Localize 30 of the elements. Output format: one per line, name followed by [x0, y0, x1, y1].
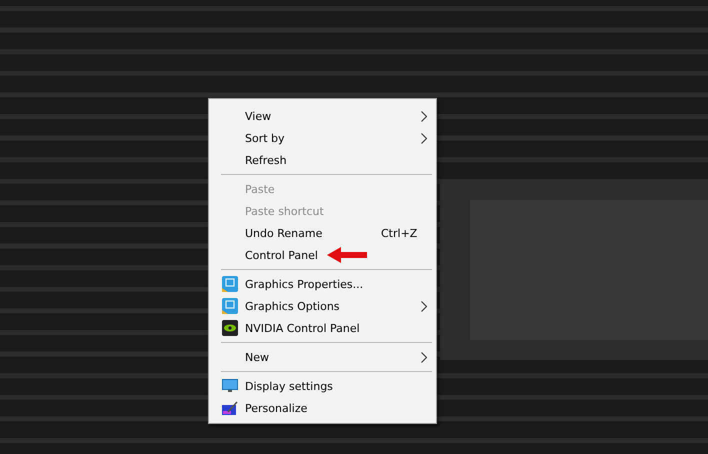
menu-item[interactable]: Display settings: [211, 375, 434, 397]
menu-item-label: Undo Rename: [245, 226, 322, 240]
menu-item[interactable]: Graphics Properties...: [211, 273, 434, 295]
menu-item-label: Display settings: [245, 380, 333, 392]
graphics-icon: [222, 276, 238, 292]
menu-item-label: Refresh: [245, 154, 287, 166]
menu-item-label: Control Panel: [245, 248, 318, 262]
menu-item[interactable]: Sort by: [211, 127, 434, 149]
menu-item[interactable]: Graphics Options: [211, 295, 434, 317]
menu-item-label: View: [245, 110, 272, 122]
menu-item-label: Paste shortcut: [245, 204, 324, 218]
menu-item[interactable]: Control Panel: [211, 244, 434, 266]
menu-item-label: Paste: [245, 182, 275, 196]
graphics-icon: [222, 298, 238, 314]
menu-item[interactable]: Personalize: [211, 397, 434, 419]
menu-item-label: Graphics Options: [245, 300, 340, 312]
monitor-icon: [222, 379, 238, 393]
menu-item-label: NVIDIA Control Panel: [245, 322, 360, 334]
menu-item[interactable]: New: [211, 346, 434, 368]
menu-item[interactable]: View: [211, 105, 434, 127]
menu-item[interactable]: Refresh: [211, 149, 434, 171]
menu-item[interactable]: NVIDIA Control Panel: [211, 317, 434, 339]
menu-item-label: New: [245, 350, 269, 364]
menu-item-label: Graphics Properties...: [245, 278, 364, 290]
menu-item[interactable]: Undo Rename Ctrl+Z: [211, 222, 434, 244]
menu-item-label: Personalize: [245, 402, 308, 414]
eye-logo-icon: [222, 320, 238, 336]
paint-monitor-icon: [222, 400, 238, 416]
menu-item-label: Sort by: [245, 132, 285, 144]
shortcut-text: Ctrl+Z: [381, 226, 418, 240]
